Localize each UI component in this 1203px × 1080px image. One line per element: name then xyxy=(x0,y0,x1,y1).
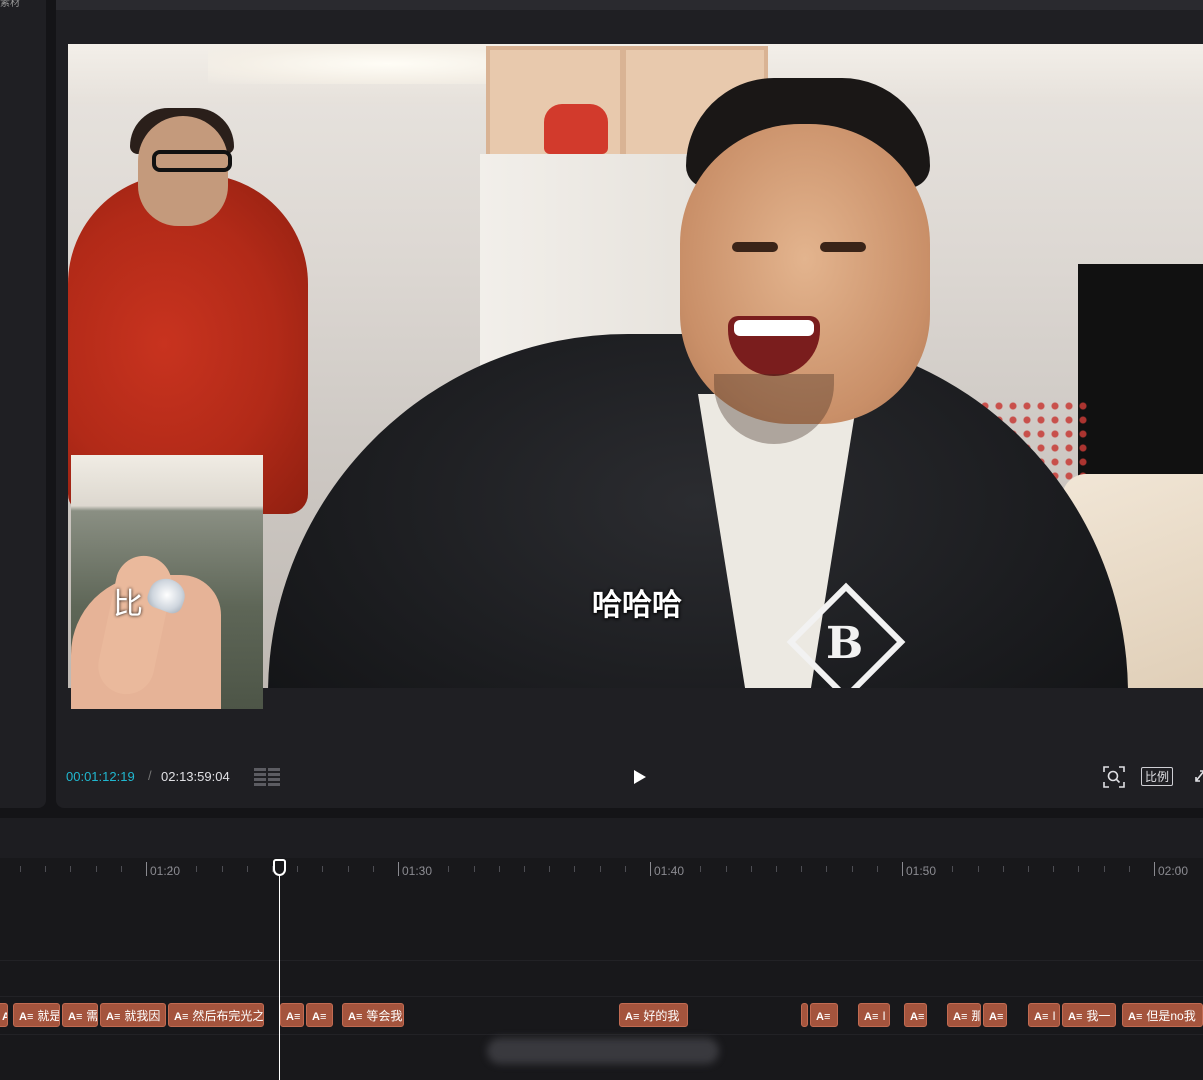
ruler-tick xyxy=(725,866,727,872)
media-panel: 素材 xyxy=(0,0,46,808)
ruler-tick xyxy=(826,866,828,872)
pip-overlay[interactable]: 比 xyxy=(71,455,263,709)
ruler-tick xyxy=(1053,866,1055,872)
ruler-tick xyxy=(120,866,122,872)
ruler-major-tick xyxy=(902,862,903,876)
ruler-tick xyxy=(221,866,223,872)
player-top-strip xyxy=(56,0,1203,10)
pip-text: 比 xyxy=(113,588,143,621)
text-clip[interactable]: A≡ 但是no我 xyxy=(1122,1003,1203,1027)
text-clip[interactable]: A≡ xyxy=(810,1003,838,1027)
ratio-button[interactable]: 比例 xyxy=(1141,767,1173,786)
ruler-label: 01:20 xyxy=(150,864,181,878)
ruler-tick xyxy=(196,866,198,872)
text-clip[interactable] xyxy=(801,1003,808,1027)
ruler-tick xyxy=(549,866,551,872)
ruler-tick xyxy=(1128,866,1130,872)
ruler-tick xyxy=(1078,866,1080,872)
fullscreen-icon[interactable] xyxy=(1193,768,1203,784)
text-clip[interactable]: A≡ 就我因 xyxy=(100,1003,166,1027)
ruler-tick xyxy=(1103,866,1105,872)
text-clip[interactable]: A≡ 然后布完光之 xyxy=(168,1003,264,1027)
ruler-tick xyxy=(776,866,777,872)
current-timecode: 00:01:12:19 xyxy=(66,769,135,784)
text-clip[interactable]: A≡ 等会我 xyxy=(342,1003,404,1027)
text-clip[interactable]: A≡ 好的我 xyxy=(619,1003,688,1027)
total-timecode: 02:13:59:04 xyxy=(161,769,230,784)
ruler-tick xyxy=(95,866,97,872)
zoom-icon[interactable] xyxy=(1103,766,1125,788)
ruler-tick xyxy=(524,866,525,872)
timeline-toolbar xyxy=(0,818,1203,858)
ruler-tick xyxy=(372,866,374,872)
ruler-tick xyxy=(700,866,702,872)
timeline-ruler[interactable] xyxy=(0,858,1203,888)
ruler-label: 01:50 xyxy=(906,864,937,878)
scene-red-bag xyxy=(544,104,608,154)
ruler-major-tick xyxy=(146,862,147,876)
text-clip[interactable]: A≡ 我一 xyxy=(1062,1003,1116,1027)
ruler-tick xyxy=(599,866,601,872)
ruler-tick xyxy=(574,866,576,872)
person-main-teeth xyxy=(734,320,814,336)
text-clip[interactable]: A≡那 xyxy=(947,1003,981,1027)
ruler-label: 01:40 xyxy=(654,864,685,878)
ruler-tick xyxy=(876,866,878,872)
person-main-eye xyxy=(732,242,778,252)
ruler-tick xyxy=(448,866,450,872)
ruler-major-tick xyxy=(650,862,651,876)
ruler-tick xyxy=(297,866,299,872)
text-clip[interactable]: A≡ I xyxy=(1028,1003,1060,1027)
ruler-major-tick xyxy=(398,862,399,876)
ruler-label: 01:30 xyxy=(402,864,433,878)
track-divider xyxy=(0,1034,1203,1035)
ruler-tick xyxy=(1028,866,1029,872)
timecode-separator: / xyxy=(148,768,152,783)
ruler-tick xyxy=(498,866,500,872)
playhead-line[interactable] xyxy=(279,870,280,1080)
ruler-tick xyxy=(20,866,21,872)
play-icon[interactable] xyxy=(630,768,648,786)
ruler-tick xyxy=(977,866,979,872)
ruler-tick xyxy=(70,866,72,872)
scene-tv xyxy=(1078,264,1203,479)
ruler-tick xyxy=(1002,866,1004,872)
person-main-jacket xyxy=(268,334,1128,688)
text-clip[interactable]: A≡ 就是 xyxy=(13,1003,60,1027)
ruler-tick xyxy=(801,866,803,872)
ruler-tick xyxy=(322,866,324,872)
text-clip[interactable]: A≡ xyxy=(983,1003,1007,1027)
person-red-glasses xyxy=(152,150,232,172)
ruler-tick xyxy=(624,866,626,872)
text-clip[interactable]: A≡ xyxy=(306,1003,333,1027)
ruler-tick xyxy=(750,866,752,872)
ruler-tick xyxy=(246,866,248,872)
track-divider xyxy=(0,996,1203,997)
person-main-eye xyxy=(820,242,866,252)
text-clip[interactable]: A≡ xyxy=(280,1003,304,1027)
track-divider xyxy=(0,960,1203,961)
text-clip[interactable]: A≡ xyxy=(0,1003,8,1027)
ruler-tick xyxy=(851,866,853,872)
jacket-logo-letter: B xyxy=(826,618,864,669)
playhead-handle[interactable] xyxy=(273,859,286,876)
text-clip[interactable]: A≡ I xyxy=(858,1003,890,1027)
ruler-label: 02:00 xyxy=(1158,864,1189,878)
blurred-watermark xyxy=(487,1038,719,1064)
ruler-tick xyxy=(473,866,475,872)
text-clip[interactable]: A≡ xyxy=(904,1003,927,1027)
video-subtitle[interactable]: 哈哈哈 xyxy=(592,580,682,624)
list-icon[interactable] xyxy=(253,767,281,787)
ruler-major-tick xyxy=(1154,862,1155,876)
ruler-tick xyxy=(347,866,349,872)
ruler-tick xyxy=(45,866,47,872)
text-clip[interactable]: A≡ 需 xyxy=(62,1003,98,1027)
ruler-tick xyxy=(952,866,954,872)
media-panel-title: 素材 xyxy=(0,0,20,9)
